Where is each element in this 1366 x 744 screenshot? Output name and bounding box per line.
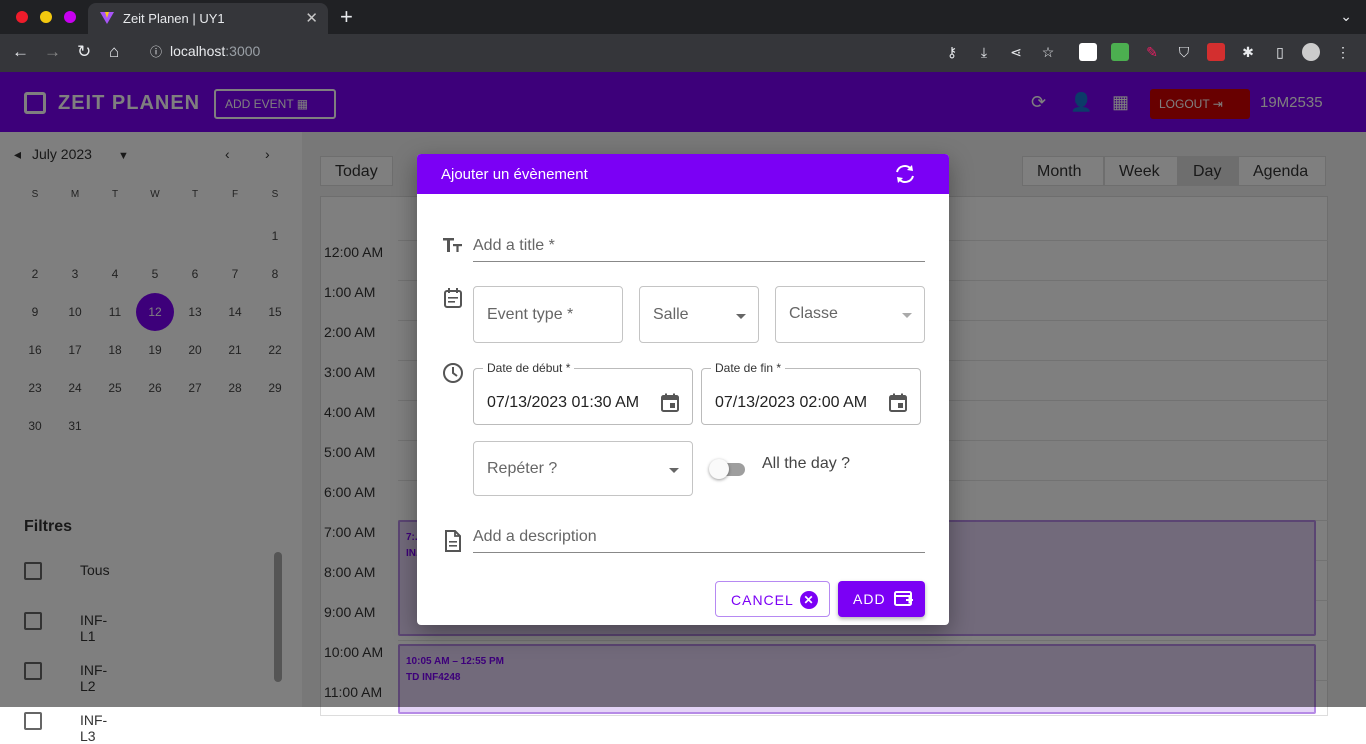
- description-underline: [473, 552, 925, 553]
- salle-select[interactable]: Salle: [639, 286, 759, 343]
- profile-avatar[interactable]: [1302, 43, 1320, 61]
- new-tab-icon[interactable]: +: [340, 4, 353, 30]
- share-icon[interactable]: ⋖: [1007, 43, 1025, 61]
- start-calendar-icon[interactable]: [660, 393, 680, 413]
- side-panel-icon[interactable]: ▯: [1271, 43, 1289, 61]
- browser-toolbar: ← → ↻ ⌂ ⓘ localhost:3000 ⚷ ⤓ ⋖ ☆ ✎ ⛉ ✱ ▯ …: [0, 34, 1366, 72]
- start-date-label: Date de début *: [483, 361, 575, 375]
- install-icon[interactable]: ⤓: [975, 43, 993, 61]
- extension-4-icon[interactable]: [1207, 43, 1225, 61]
- add-button[interactable]: ADD: [838, 581, 925, 617]
- description-input[interactable]: Add a description: [473, 528, 597, 546]
- cancel-button[interactable]: CANCEL ✕: [715, 581, 830, 617]
- browser-menu-icon[interactable]: ⋮: [1334, 43, 1352, 61]
- close-window-button[interactable]: [16, 11, 28, 23]
- refresh-icon[interactable]: [893, 163, 917, 185]
- title-underline: [473, 261, 925, 262]
- event-note-icon: [444, 288, 462, 308]
- dialog-title: Ajouter un évènement: [441, 166, 588, 183]
- start-date-field[interactable]: Date de début * 07/13/2023 01:30 AM: [473, 361, 693, 425]
- toggle-thumb: [709, 459, 729, 479]
- address-bar[interactable]: ⓘ localhost:3000: [150, 43, 260, 60]
- maximize-window-button[interactable]: [64, 11, 76, 23]
- description-icon: [445, 530, 461, 552]
- event-type-field[interactable]: Event type *: [473, 286, 623, 343]
- minimize-window-button[interactable]: [40, 11, 52, 23]
- end-date-value: 07/13/2023 02:00 AM: [715, 394, 868, 411]
- tab-title: Zeit Planen | UY1: [123, 11, 225, 26]
- add-label: ADD: [853, 591, 886, 607]
- forward-icon[interactable]: →: [44, 42, 61, 62]
- all-day-label: All the day ?: [762, 455, 851, 472]
- classe-dropdown-icon: [902, 313, 912, 318]
- home-icon[interactable]: ⌂: [109, 42, 119, 62]
- dialog-header: Ajouter un évènement: [417, 154, 949, 194]
- clock-icon: [443, 363, 463, 383]
- browser-tab-strip: Zeit Planen | UY1 ✕ + ⌄: [0, 0, 1366, 34]
- add-card-icon: [894, 591, 913, 606]
- salle-dropdown-icon: [736, 314, 746, 319]
- cancel-label: CANCEL: [731, 592, 794, 608]
- event-type-label: Event type *: [487, 306, 574, 323]
- all-day-toggle[interactable]: [709, 458, 749, 480]
- url-host: localhost: [170, 43, 226, 59]
- filter-label: INF-L3: [80, 712, 108, 744]
- title-input[interactable]: Add a title *: [473, 237, 555, 255]
- end-date-label: Date de fin *: [711, 361, 786, 375]
- shield-extension-icon[interactable]: ⛉: [1175, 43, 1193, 61]
- start-date-value: 07/13/2023 01:30 AM: [487, 394, 640, 411]
- close-tab-icon[interactable]: ✕: [305, 9, 318, 27]
- salle-label: Salle: [653, 306, 689, 323]
- vite-favicon-icon: [100, 12, 114, 24]
- browser-tab[interactable]: Zeit Planen | UY1 ✕: [88, 3, 328, 34]
- repeat-label: Repéter ?: [487, 460, 558, 477]
- info-icon: ⓘ: [150, 45, 163, 59]
- extension-2-icon[interactable]: [1111, 43, 1129, 61]
- tab-search-icon[interactable]: ⌄: [1340, 8, 1352, 25]
- end-calendar-icon[interactable]: [888, 393, 908, 413]
- url-port: :3000: [225, 43, 261, 59]
- back-icon[interactable]: ←: [12, 42, 29, 62]
- repeat-dropdown-icon: [669, 468, 679, 473]
- extension-3-icon[interactable]: ✎: [1143, 43, 1161, 61]
- classe-select[interactable]: Classe: [775, 286, 925, 343]
- text-fields-icon: [443, 238, 462, 252]
- cancel-circle-icon: ✕: [800, 591, 818, 609]
- end-date-field[interactable]: Date de fin * 07/13/2023 02:00 AM: [701, 361, 921, 425]
- reload-icon[interactable]: ↻: [77, 42, 91, 62]
- bookmark-star-icon[interactable]: ☆: [1039, 43, 1057, 61]
- extensions-puzzle-icon[interactable]: ✱: [1239, 43, 1257, 61]
- filter-checkbox[interactable]: [24, 712, 42, 730]
- repeat-select[interactable]: Repéter ?: [473, 441, 693, 496]
- extension-1-icon[interactable]: [1079, 43, 1097, 61]
- add-event-dialog: Ajouter un évènement Add a title * Event…: [417, 154, 949, 625]
- classe-label: Classe: [789, 305, 838, 322]
- key-icon[interactable]: ⚷: [943, 43, 961, 61]
